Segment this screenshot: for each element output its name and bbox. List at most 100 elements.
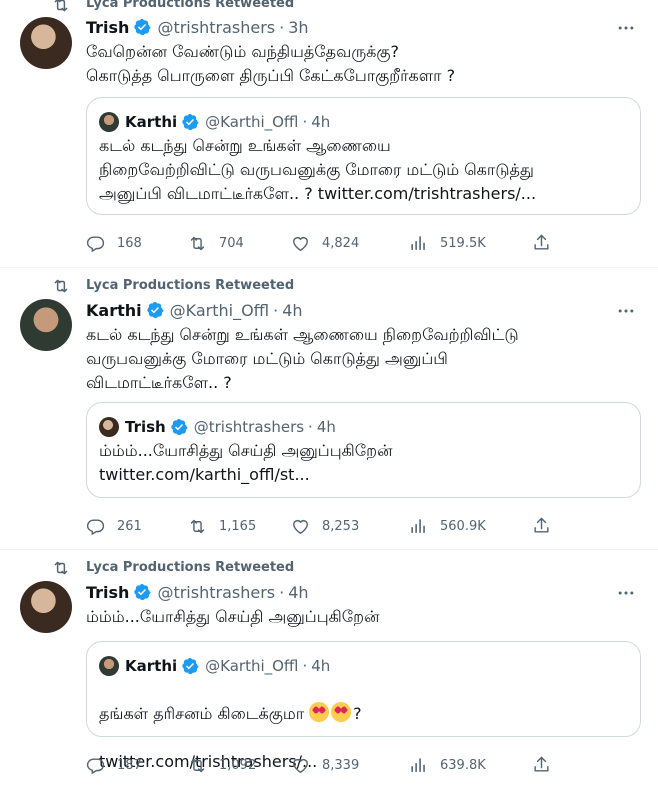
author-name[interactable]: Trish bbox=[86, 583, 129, 602]
avatar[interactable] bbox=[20, 299, 72, 351]
retweet-count: 1,092 bbox=[219, 757, 257, 773]
author-handle[interactable]: @trishtrashers bbox=[157, 18, 275, 37]
retweet-count: 704 bbox=[219, 235, 244, 251]
views-icon bbox=[409, 234, 428, 253]
reply-count: 168 bbox=[117, 235, 142, 251]
quoted-author-handle: @Karthi_Offl bbox=[205, 113, 299, 131]
action-bar: 168 704 4,824 519.5K bbox=[86, 233, 556, 253]
separator-dot: · bbox=[302, 113, 308, 131]
avatar[interactable] bbox=[20, 17, 72, 69]
retweeted-label[interactable]: Lyca Productions Retweeted bbox=[86, 0, 294, 11]
views-button[interactable]: 560.9K bbox=[409, 516, 486, 536]
more-icon[interactable] bbox=[616, 583, 636, 603]
reply-count: 261 bbox=[117, 518, 142, 534]
views-button[interactable]: 639.8K bbox=[409, 755, 486, 775]
reply-button[interactable]: 187 bbox=[86, 755, 142, 775]
verified-badge-icon bbox=[181, 113, 199, 131]
reply-button[interactable]: 168 bbox=[86, 233, 142, 253]
separator-dot: · bbox=[279, 17, 285, 37]
retweet-icon bbox=[52, 277, 70, 295]
share-icon[interactable] bbox=[532, 755, 551, 774]
retweet-icon bbox=[188, 517, 207, 536]
reply-icon bbox=[86, 756, 105, 775]
quoted-tweet-header: Karthi @Karthi_Offl · 4h bbox=[99, 656, 330, 676]
more-icon[interactable] bbox=[616, 18, 636, 38]
quoted-author-handle: @trishtrashers bbox=[193, 418, 305, 436]
quoted-tweet-text: ம்ம்ம்...யோசித்து செய்தி அனுப்புகிறேன் t… bbox=[99, 441, 393, 484]
separator-dot: · bbox=[273, 300, 279, 320]
quoted-author-name: Karthi bbox=[125, 657, 178, 675]
separator-dot: · bbox=[308, 418, 313, 436]
like-button[interactable]: 4,824 bbox=[291, 233, 359, 253]
heart-eyes-emoji-icon bbox=[331, 702, 352, 722]
reply-count: 187 bbox=[117, 757, 142, 773]
quoted-author-handle: @Karthi_Offl bbox=[205, 657, 299, 675]
quoted-tweet[interactable]: Karthi @Karthi_Offl · 4h கடல் கடந்து சென… bbox=[86, 97, 641, 215]
tweet-text: கடல் கடந்து சென்று உங்கள் ஆணையை நிறைவேற்… bbox=[86, 325, 519, 392]
retweet-button[interactable]: 1,165 bbox=[188, 516, 256, 536]
verified-badge-icon[interactable] bbox=[133, 18, 151, 36]
author-handle[interactable]: @Karthi_Offl bbox=[170, 301, 270, 320]
action-bar: 187 1,092 8,339 639.8K bbox=[86, 755, 556, 775]
more-icon[interactable] bbox=[616, 301, 636, 321]
share-icon[interactable] bbox=[532, 516, 551, 535]
retweeted-label[interactable]: Lyca Productions Retweeted bbox=[86, 278, 294, 293]
tweet-text: ம்ம்ம்...யோசித்து செய்தி அனுப்புகிறேன் bbox=[86, 607, 380, 626]
tweet-header: Karthi @Karthi_Offl · 4h bbox=[86, 299, 303, 321]
like-icon bbox=[291, 234, 310, 253]
views-icon bbox=[409, 517, 428, 536]
like-count: 4,824 bbox=[322, 235, 360, 251]
quoted-text-prefix: தங்கள் தரிசனம் கிடைக்குமா bbox=[99, 704, 310, 723]
avatar[interactable] bbox=[20, 581, 72, 633]
retweet-icon bbox=[188, 234, 207, 253]
verified-badge-icon[interactable] bbox=[146, 301, 164, 319]
like-count: 8,339 bbox=[322, 757, 360, 773]
reply-icon bbox=[86, 517, 105, 536]
retweet-button[interactable]: 1,092 bbox=[188, 755, 256, 775]
heart-eyes-emoji-icon bbox=[309, 702, 330, 722]
quoted-author-name: Karthi bbox=[125, 113, 178, 131]
tweet-header: Trish @trishtrashers · 3h bbox=[86, 16, 309, 38]
like-button[interactable]: 8,339 bbox=[291, 755, 359, 775]
timestamp[interactable]: 4h bbox=[282, 301, 302, 320]
quoted-tweet-header: Karthi @Karthi_Offl · 4h bbox=[99, 112, 330, 132]
quoted-avatar bbox=[99, 656, 119, 676]
quoted-timestamp: 4h bbox=[311, 113, 331, 131]
view-count: 519.5K bbox=[440, 235, 486, 251]
like-button[interactable]: 8,253 bbox=[291, 516, 359, 536]
verified-badge-icon[interactable] bbox=[133, 583, 151, 601]
like-icon bbox=[291, 756, 310, 775]
verified-badge-icon bbox=[181, 657, 199, 675]
retweet-count: 1,165 bbox=[219, 518, 257, 534]
quoted-tweet-header: Trish @trishtrashers · 4h bbox=[99, 417, 336, 437]
tweet[interactable]: Lyca Productions Retweeted Karthi @Karth… bbox=[0, 268, 658, 550]
tweet[interactable]: Lyca Productions Retweeted Trish @trisht… bbox=[0, 0, 658, 268]
view-count: 560.9K bbox=[440, 518, 486, 534]
author-handle[interactable]: @trishtrashers bbox=[157, 583, 275, 602]
author-name[interactable]: Trish bbox=[86, 18, 129, 37]
timestamp[interactable]: 4h bbox=[288, 583, 308, 602]
tweet-text: வேறென்ன வேண்டும் வந்தியத்தேவருக்கு? கொடு… bbox=[86, 42, 456, 85]
quoted-text-suffix: ? bbox=[353, 704, 362, 723]
retweet-icon bbox=[188, 756, 207, 775]
like-icon bbox=[291, 517, 310, 536]
timestamp[interactable]: 3h bbox=[288, 18, 308, 37]
reply-icon bbox=[86, 234, 105, 253]
author-name[interactable]: Karthi bbox=[86, 301, 142, 320]
like-count: 8,253 bbox=[322, 518, 360, 534]
separator-dot: · bbox=[279, 582, 285, 602]
verified-badge-icon bbox=[170, 418, 188, 436]
share-icon[interactable] bbox=[532, 233, 551, 252]
quoted-avatar bbox=[99, 417, 119, 437]
reply-button[interactable]: 261 bbox=[86, 516, 142, 536]
tweet[interactable]: Lyca Productions Retweeted Trish @trisht… bbox=[0, 550, 658, 787]
quoted-avatar bbox=[99, 112, 119, 132]
quoted-tweet-text: கடல் கடந்து சென்று உங்கள் ஆணையை நிறைவேற்… bbox=[99, 136, 537, 203]
quoted-tweet[interactable]: Trish @trishtrashers · 4h ம்ம்ம்...யோசித… bbox=[86, 402, 641, 498]
separator-dot: · bbox=[302, 657, 308, 675]
views-button[interactable]: 519.5K bbox=[409, 233, 486, 253]
quoted-tweet[interactable]: Karthi @Karthi_Offl · 4h தங்கள் தரிசனம் … bbox=[86, 641, 641, 771]
retweet-button[interactable]: 704 bbox=[188, 233, 244, 253]
quoted-author-name: Trish bbox=[125, 418, 166, 436]
retweeted-label[interactable]: Lyca Productions Retweeted bbox=[86, 560, 294, 575]
